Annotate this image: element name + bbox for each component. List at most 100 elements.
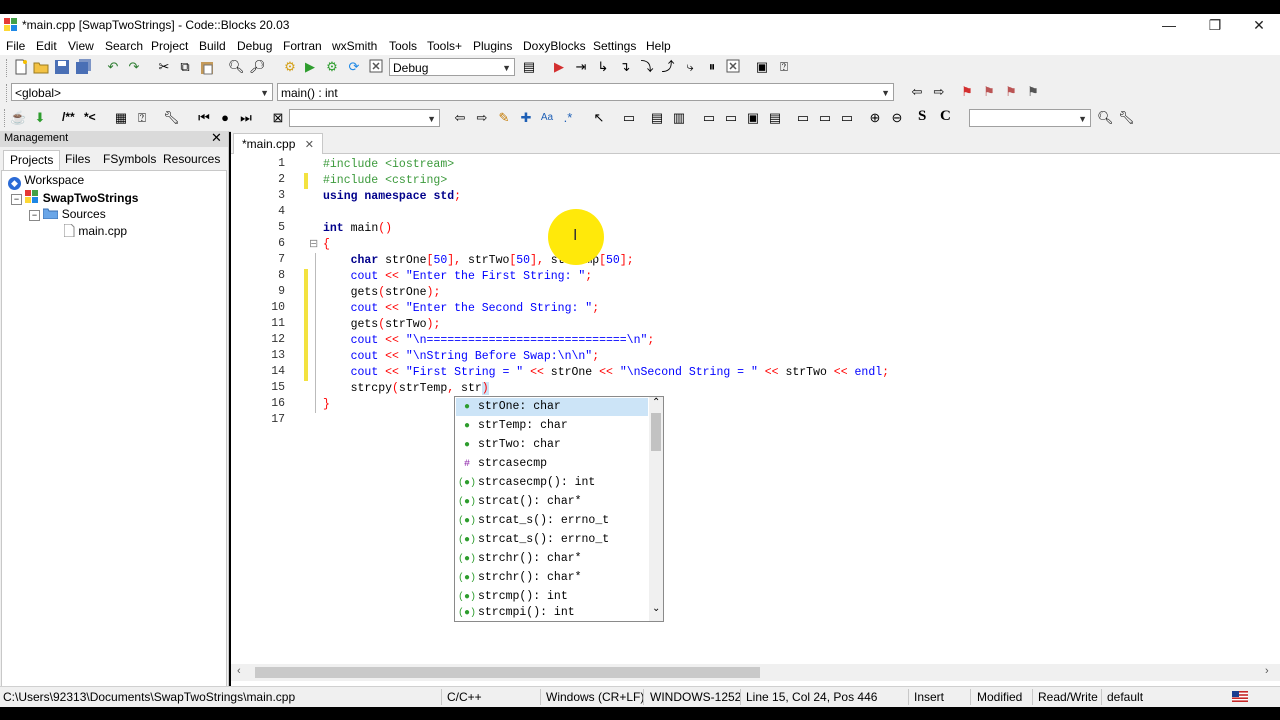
autocomplete-item[interactable]: (●) strcat_s(): errno_t xyxy=(456,512,648,530)
autocomplete-item[interactable]: (●) strcmpi(): int xyxy=(456,605,648,621)
autocomplete-item[interactable]: (●) strcat(): char* xyxy=(456,493,648,511)
record-icon[interactable]: ● xyxy=(217,110,233,126)
shape-a-icon[interactable]: ▭ xyxy=(795,110,811,126)
extract-docs-icon[interactable]: ⬇ xyxy=(32,110,48,126)
next-bookmark-icon[interactable]: ⚑ xyxy=(1003,84,1019,100)
horizontal-scrollbar[interactable]: ‹ › xyxy=(231,664,1280,681)
tree-workspace[interactable]: ◆ Workspace xyxy=(8,173,84,190)
rebuild-icon[interactable]: ⟳ xyxy=(346,59,362,75)
replace-icon[interactable]: 🔎︎ xyxy=(249,59,266,75)
debug-info-icon[interactable]: ⍰ xyxy=(776,59,792,75)
toggle-bookmark-icon[interactable]: ⚑ xyxy=(959,84,975,100)
tree-file-main[interactable]: main.cpp xyxy=(63,223,127,238)
run-html-icon[interactable]: ▦ xyxy=(113,110,129,126)
menu-settings[interactable]: Settings xyxy=(593,39,636,53)
last-bookmark-icon[interactable]: ⏭ xyxy=(238,110,254,126)
autocomplete-scroll-thumb[interactable] xyxy=(651,413,661,451)
menu-tools[interactable]: Tools xyxy=(389,39,417,53)
close-button[interactable]: ✕ xyxy=(1236,14,1280,37)
symbol-settings-icon[interactable]: 🔧︎ xyxy=(1118,110,1135,126)
tab-fsymbols[interactable]: FSymbols xyxy=(97,150,162,169)
paste-icon[interactable] xyxy=(199,59,215,75)
match-case-icon[interactable]: Aa xyxy=(539,110,555,126)
doxywizard-icon[interactable]: ☕ xyxy=(10,110,26,126)
jump-back-icon[interactable]: ⇦ xyxy=(909,84,925,100)
build-target-select[interactable]: Debug ▼ xyxy=(389,58,515,76)
menu-fortran[interactable]: Fortran xyxy=(283,39,322,53)
undo-icon[interactable]: ↶ xyxy=(105,59,121,75)
snippet-c-button[interactable]: C xyxy=(940,108,951,125)
build-gear-icon[interactable]: ⚙ xyxy=(282,59,298,75)
next-instruction-icon[interactable]: ↴ xyxy=(617,59,633,75)
scope-select[interactable]: <global> ▼ xyxy=(11,83,273,101)
collapse-icon[interactable]: − xyxy=(29,210,40,221)
layout-d-icon[interactable]: ▤ xyxy=(767,110,783,126)
block-comment-button[interactable]: /** xyxy=(62,110,75,124)
menu-plugins[interactable]: Plugins xyxy=(473,39,512,53)
menu-project[interactable]: Project xyxy=(151,39,188,53)
toolbar-grip[interactable] xyxy=(6,84,10,102)
back-arrow-icon[interactable]: ⇦ xyxy=(452,110,468,126)
menu-view[interactable]: View xyxy=(68,39,94,53)
copy-icon[interactable]: ⧉ xyxy=(177,59,193,75)
save-all-icon[interactable] xyxy=(76,59,92,75)
config-wrench-icon[interactable]: 🔧︎ xyxy=(163,110,180,126)
run-chm-icon[interactable]: ⍰ xyxy=(134,110,150,126)
line-comment-button[interactable]: *< xyxy=(84,110,96,124)
menu-help[interactable]: Help xyxy=(646,39,671,53)
run-icon[interactable]: ▶ xyxy=(302,59,318,75)
step-out-icon[interactable]: ⤴ xyxy=(660,59,676,75)
stop-debug-icon[interactable] xyxy=(725,59,741,75)
pause-icon[interactable]: ⏸ xyxy=(704,59,720,75)
zoom-out-icon[interactable]: ⊖ xyxy=(889,110,905,126)
clear-bookmarks-icon[interactable]: ⚑ xyxy=(1025,84,1041,100)
function-select[interactable]: main() : int ▼ xyxy=(277,83,894,101)
abort-icon[interactable] xyxy=(368,59,384,75)
tab-files[interactable]: Files xyxy=(59,150,96,169)
clear-icon[interactable]: ⊠ xyxy=(270,110,286,126)
minimize-button[interactable]: — xyxy=(1146,14,1192,37)
scroll-down-icon[interactable]: ⌄ xyxy=(652,603,660,614)
snippet-s-button[interactable]: S xyxy=(918,108,926,125)
zoom-in-icon[interactable]: ⊕ xyxy=(867,110,883,126)
menu-doxyblocks[interactable]: DoxyBlocks xyxy=(523,39,586,53)
run-to-cursor-icon[interactable]: ⇥ xyxy=(573,59,589,75)
menu-debug[interactable]: Debug xyxy=(237,39,272,53)
autocomplete-item[interactable]: (●) strchr(): char* xyxy=(456,569,648,587)
symbol-search-combo[interactable]: ▼ xyxy=(969,109,1091,127)
scroll-left-icon[interactable]: ‹ xyxy=(237,665,241,677)
menu-edit[interactable]: Edit xyxy=(36,39,57,53)
regex-icon[interactable]: .* xyxy=(560,110,576,126)
autocomplete-item[interactable]: (●) strcmp(): int xyxy=(456,588,648,606)
step-instruction-icon[interactable]: ⤷ xyxy=(682,59,698,75)
autocomplete-item[interactable]: # strcasecmp xyxy=(456,455,648,473)
autocomplete-item[interactable]: ● strOne: char xyxy=(456,398,648,416)
tree-folder-sources[interactable]: − Sources xyxy=(29,207,106,221)
scroll-right-icon[interactable]: › xyxy=(1265,665,1269,677)
debug-windows-icon[interactable]: ▣ xyxy=(754,59,770,75)
jump-forward-icon[interactable]: ⇨ xyxy=(931,84,947,100)
symbol-search-icon[interactable]: 🔍︎ xyxy=(1097,110,1114,126)
rect-tool-icon[interactable]: ▭ xyxy=(621,110,637,126)
new-file-icon[interactable] xyxy=(13,59,29,75)
tree-project[interactable]: − SwapTwoStrings xyxy=(11,190,138,205)
menu-file[interactable]: File xyxy=(6,39,25,53)
layout-c-icon[interactable]: ▣ xyxy=(745,110,761,126)
debug-start-icon[interactable]: ▶ xyxy=(551,59,567,75)
first-bookmark-icon[interactable]: ⏮ xyxy=(196,110,212,126)
autocomplete-item[interactable]: (●) strcasecmp(): int xyxy=(456,474,648,492)
layout-b-icon[interactable]: ▭ xyxy=(723,110,739,126)
restore-button[interactable]: ❐ xyxy=(1192,14,1238,37)
collapse-icon[interactable]: − xyxy=(11,194,22,205)
table-tool-icon[interactable]: ▤ xyxy=(649,110,665,126)
toolbar-grip[interactable] xyxy=(6,59,10,77)
autocomplete-item[interactable]: (●) strchr(): char* xyxy=(456,550,648,568)
autocomplete-item[interactable]: ● strTwo: char xyxy=(456,436,648,454)
selected-text-icon[interactable]: ✚ xyxy=(518,110,534,126)
prev-bookmark-icon[interactable]: ⚑ xyxy=(981,84,997,100)
horizontal-scroll-thumb[interactable] xyxy=(255,667,760,678)
menu-build[interactable]: Build xyxy=(199,39,226,53)
step-into-icon[interactable]: ⤵ xyxy=(639,59,655,75)
tab-main-cpp[interactable]: *main.cpp ✕ xyxy=(233,133,323,154)
autocomplete-item[interactable]: (●) strcat_s(): errno_t xyxy=(456,531,648,549)
